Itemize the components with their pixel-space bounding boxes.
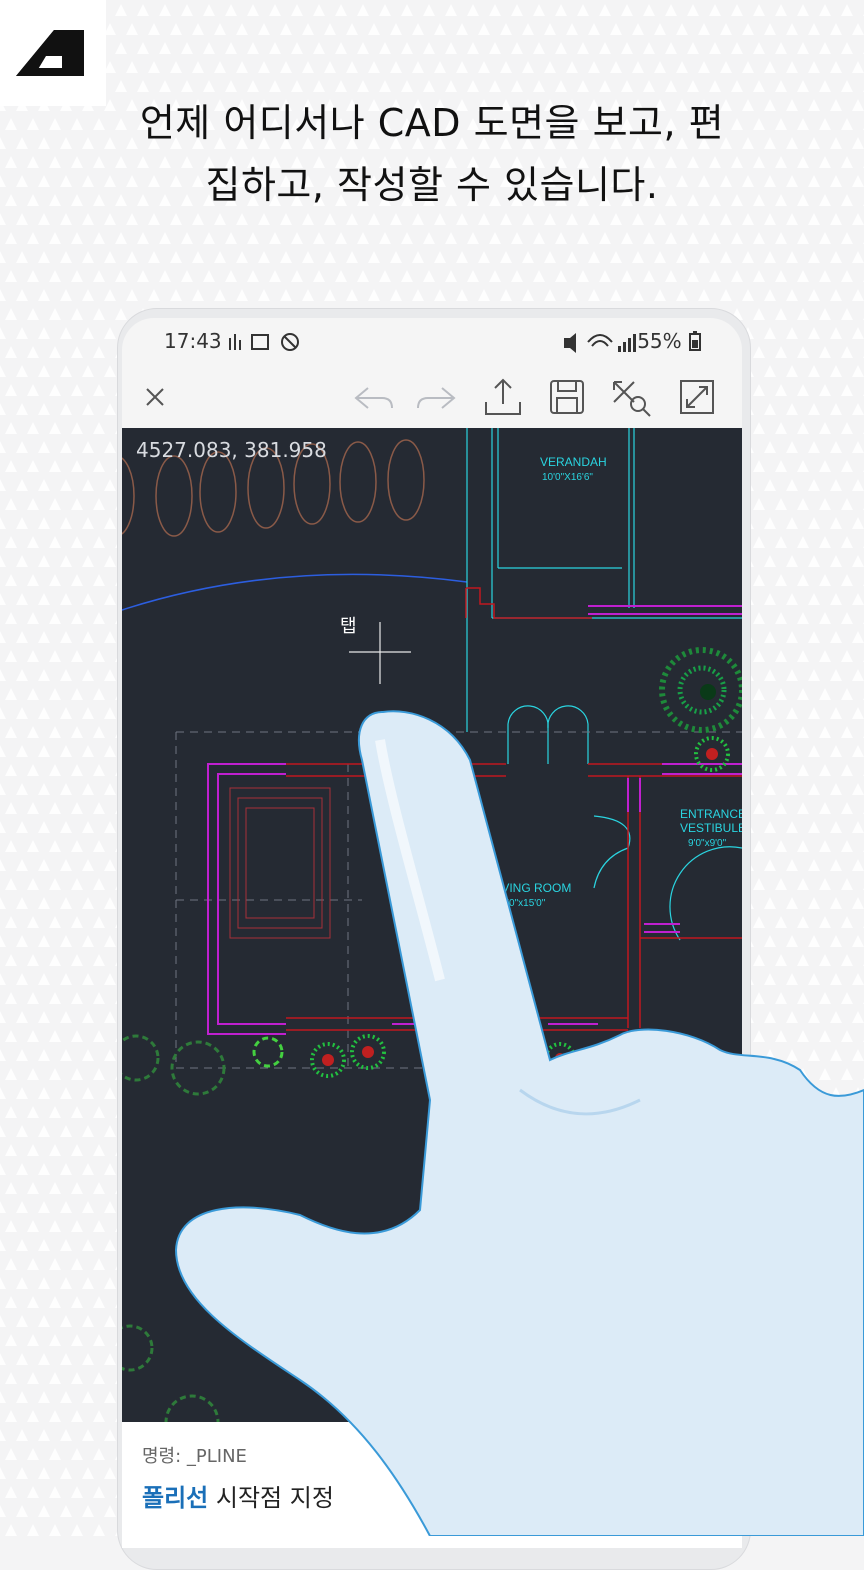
- save-button[interactable]: [542, 372, 592, 422]
- room-size-verandah: 10'0"X16'6": [542, 472, 593, 483]
- magenta-walls: [207, 605, 742, 1035]
- battery-icon: [689, 331, 701, 351]
- undo-icon: [354, 387, 393, 409]
- redo-icon: [417, 387, 456, 409]
- save-icon: [550, 380, 584, 414]
- headline: 언제 어디서나 CAD 도면을 보고, 편 집하고, 작성할 수 있습니다.: [60, 92, 804, 216]
- cyan-walls: [466, 428, 742, 941]
- phone-screen: 17:43 55% VERANDAH 10'0"X16'6" ENTRANCE …: [122, 318, 742, 1548]
- autodesk-logo-icon: [16, 30, 84, 76]
- close-icon: [146, 388, 164, 406]
- stairs-lines: [229, 787, 331, 939]
- redo-button[interactable]: [412, 372, 462, 422]
- command-prompt: 폴리선 시작점 지정: [142, 1478, 334, 1513]
- room-size-entrance: 9'0"x9'0": [688, 838, 727, 849]
- coordinates-readout: 4527.083, 381.958: [136, 438, 327, 462]
- headline-line-1: 언제 어디서나 CAD 도면을 보고, 편: [139, 101, 725, 145]
- status-signal-icons: [564, 333, 636, 353]
- undo-button[interactable]: [348, 372, 398, 422]
- status-battery: 55%: [637, 329, 702, 353]
- room-label-living-room: IVING ROOM: [498, 881, 571, 895]
- toolbar: [122, 366, 742, 428]
- measure-icon: [613, 381, 651, 417]
- status-notification-icons: [229, 333, 299, 351]
- headline-line-2: 집하고, 작성할 수 있습니다.: [205, 163, 659, 207]
- autodesk-logo: [0, 0, 106, 106]
- red-walls: [286, 587, 742, 1031]
- room-label-verandah: VERANDAH: [540, 455, 607, 469]
- command-prompt-text: 시작점 지정: [215, 1484, 334, 1512]
- room-size-living-room: 25'0"x15'0": [496, 898, 546, 909]
- share-icon: [485, 378, 521, 415]
- floor-plan-drawing: VERANDAH 10'0"X16'6" ENTRANCE VESTIBULE …: [122, 428, 742, 1422]
- room-label-vestibule: VESTIBULE: [680, 821, 742, 835]
- share-button[interactable]: [478, 372, 528, 422]
- status-bar: 17:43 55%: [122, 318, 742, 366]
- plants: [122, 647, 742, 1422]
- battery-level: 55%: [637, 329, 682, 353]
- command-line-panel[interactable]: 명령: _PLINE 폴리선 시작점 지정: [122, 1422, 742, 1548]
- room-label-entrance: ENTRANCE: [680, 807, 742, 821]
- site-boundary-arc: [122, 573, 468, 611]
- command-label: 명령: _PLINE: [142, 1446, 247, 1467]
- crosshair-cursor: [349, 622, 411, 684]
- fullscreen-button[interactable]: [672, 372, 722, 422]
- fullscreen-icon: [680, 380, 714, 414]
- status-time: 17:43: [164, 329, 222, 353]
- close-button[interactable]: [130, 372, 180, 422]
- drawing-canvas[interactable]: VERANDAH 10'0"X16'6" ENTRANCE VESTIBULE …: [122, 428, 742, 1422]
- tap-hint: 탭: [340, 616, 357, 637]
- measure-button[interactable]: [606, 372, 656, 422]
- command-keyword[interactable]: 폴리선: [142, 1484, 208, 1512]
